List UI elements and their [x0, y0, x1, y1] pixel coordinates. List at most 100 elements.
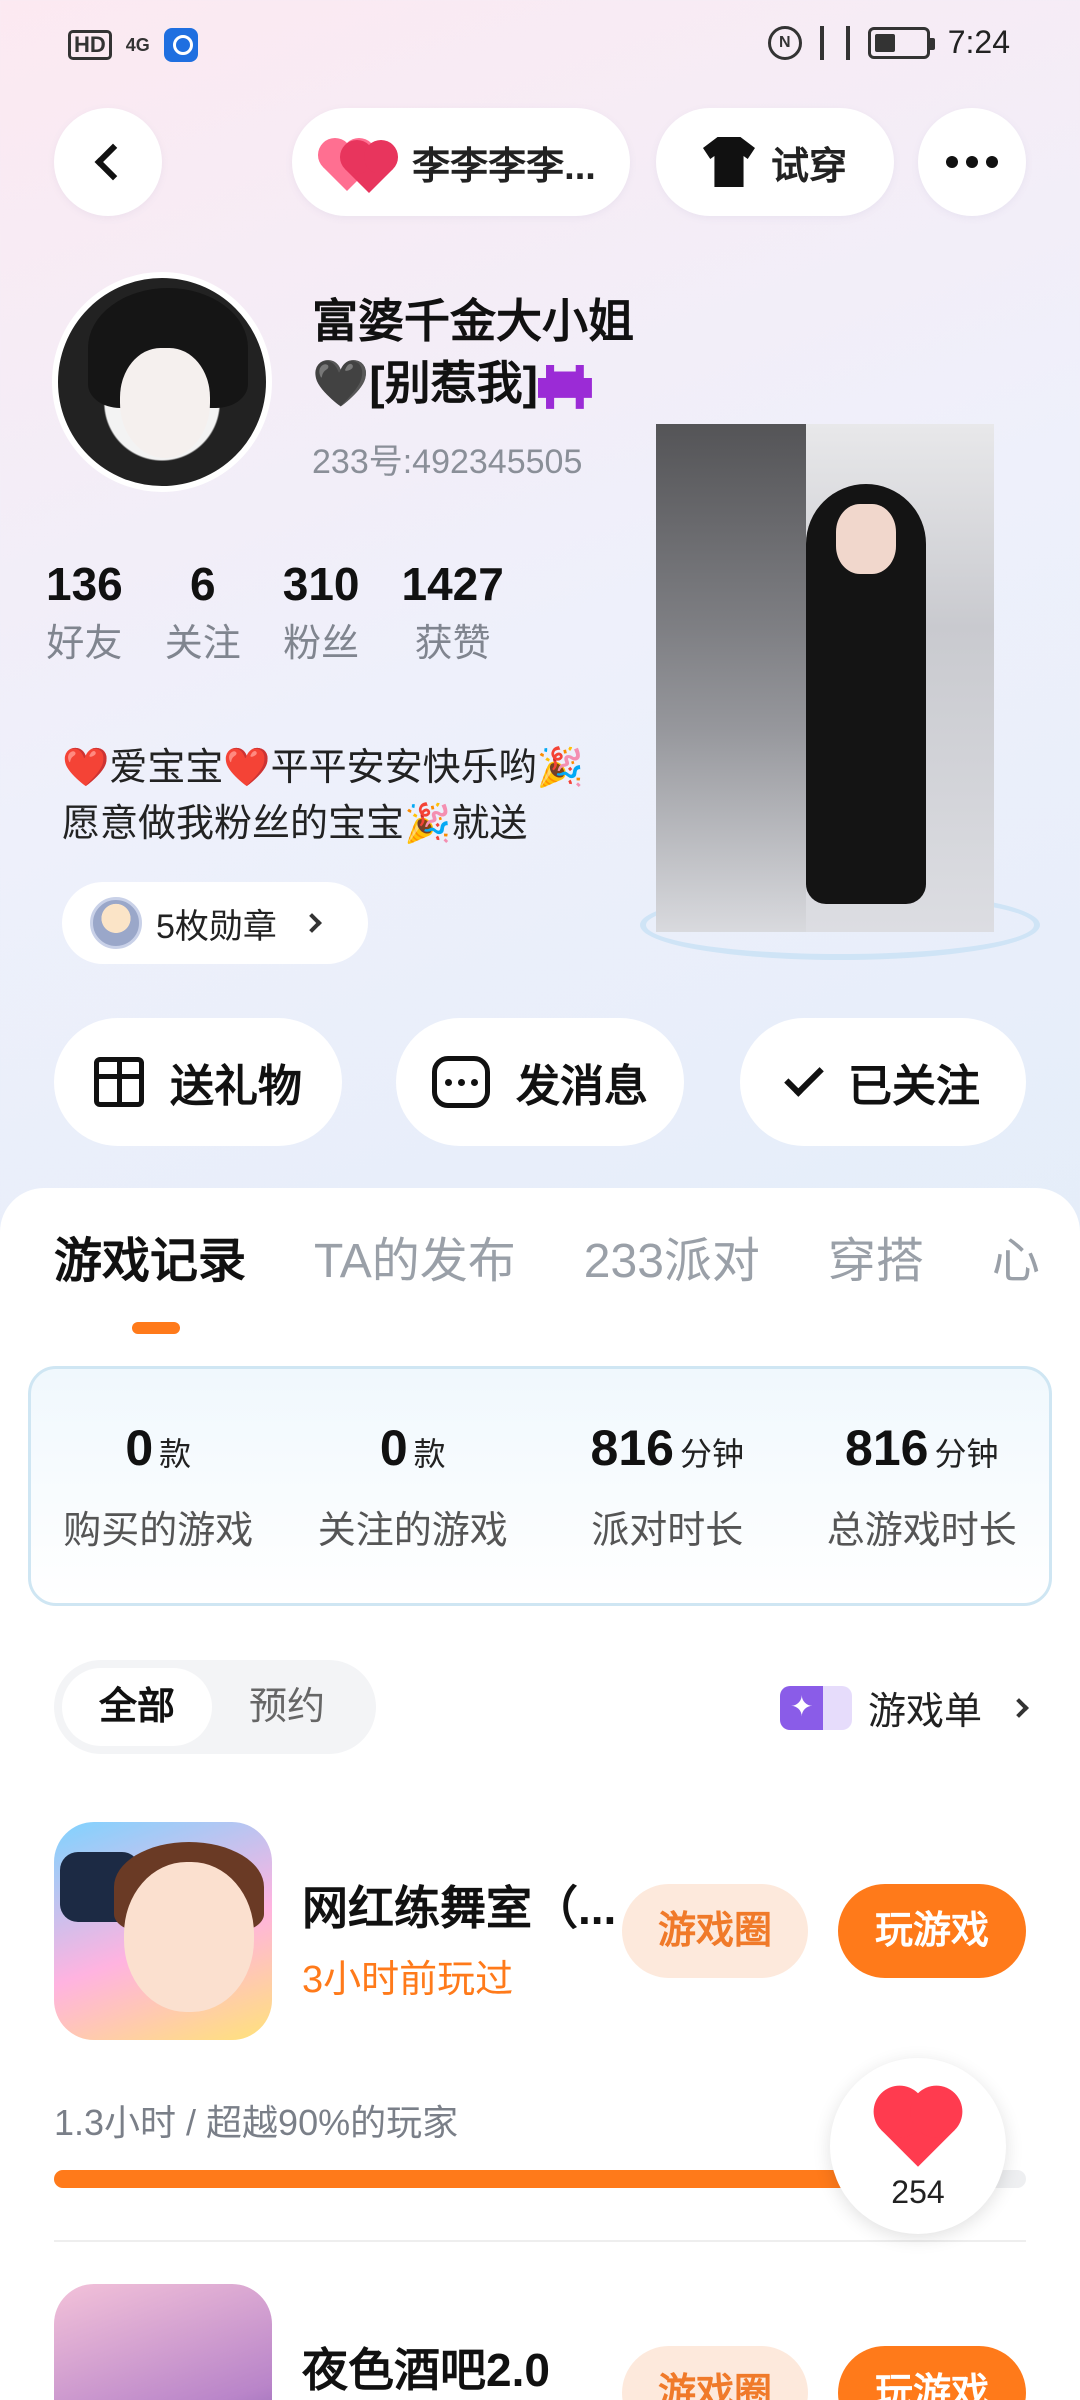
back-arrow-icon	[94, 143, 132, 181]
stat-label: 总游戏时长	[826, 1510, 1017, 1552]
nickname-line-2: 🖤[别惹我]	[312, 357, 538, 409]
medals-label: 5枚勋章	[156, 907, 277, 946]
game-stats-card: 0款 购买的游戏 0款 关注的游戏 816 分钟 派对时长 816 分钟 总游戏时长	[28, 1366, 1052, 1606]
chat-bubble-icon	[432, 1056, 490, 1108]
progress-fill	[54, 2170, 929, 2188]
stat-value: 0	[379, 1420, 408, 1476]
stat-value: 136	[46, 558, 123, 610]
nfc-icon: N	[767, 25, 802, 60]
game-icon[interactable]	[54, 1822, 272, 2040]
chevron-right-icon	[302, 913, 322, 933]
stat-unit: 分钟	[679, 1436, 744, 1472]
nickname: 富婆千金大小姐 🖤[别惹我]	[312, 290, 662, 414]
couple-button[interactable]: 李李李李...	[292, 108, 630, 216]
bio-line-2: 愿意做我粉丝的宝宝🎉就送	[62, 803, 528, 845]
stat-value: 1427	[401, 558, 504, 610]
gift-icon	[94, 1057, 144, 1107]
stat-value: 816	[590, 1420, 674, 1476]
tab-game-records[interactable]: 游戏记录	[54, 1232, 246, 1292]
game-circle-button[interactable]: 游戏圈	[622, 2346, 808, 2400]
tab-party[interactable]: 233派对	[584, 1232, 760, 1292]
stat-label: 购买的游戏	[63, 1510, 254, 1552]
check-icon	[784, 1057, 824, 1097]
hearts-icon	[323, 134, 396, 194]
tab-outfits[interactable]: 穿搭	[828, 1232, 924, 1292]
try-on-label: 试穿	[770, 145, 847, 188]
vibrate-icon	[819, 25, 850, 60]
stat-label: 关注	[164, 623, 241, 665]
nickname-line-1: 富婆千金大小姐	[312, 295, 634, 347]
like-button[interactable]: 254	[830, 2058, 1006, 2234]
status-bar: HD 4G N 7:24	[0, 0, 1080, 90]
heart-icon	[881, 2093, 955, 2167]
shirt-icon	[702, 137, 755, 187]
last-played: 3小时前玩过	[302, 1959, 514, 2001]
chevron-right-icon	[1009, 1697, 1029, 1718]
play-time-stat: 1.3小时 / 超越90%的玩家	[54, 2102, 459, 2143]
medal-icon	[90, 897, 142, 949]
tab-indicator	[132, 1322, 180, 1334]
game-name: 网红练舞室（...	[302, 1882, 617, 1934]
profile-stats: 136 好友 6 关注 310 粉丝 1427 获赞	[46, 556, 546, 670]
stat-label: 派对时长	[591, 1510, 744, 1552]
filter-all[interactable]: 全部	[62, 1668, 212, 1746]
followed-button[interactable]: 已关注	[740, 1018, 1026, 1146]
stat-value: 6	[189, 558, 216, 610]
game-name: 夜色酒吧2.0	[302, 2344, 550, 2396]
game-list-link[interactable]: 游戏单	[779, 1680, 1029, 1735]
send-gift-button[interactable]: 送礼物	[54, 1018, 342, 1146]
stat-label: 关注的游戏	[317, 1510, 508, 1552]
try-on-button[interactable]: 试穿	[656, 108, 894, 216]
tab-bar: 游戏记录 TA的发布 233派对 穿搭 心	[54, 1232, 1040, 1292]
back-button[interactable]	[54, 108, 162, 216]
bio: ❤️爱宝宝❤️平平安安快乐哟🎉 愿意做我粉丝的宝宝🎉就送	[62, 740, 662, 852]
stat-total-time[interactable]: 816 分钟 总游戏时长	[795, 1369, 1050, 1603]
medals-button[interactable]: 5枚勋章	[62, 882, 368, 964]
battery-icon	[867, 26, 935, 59]
send-message-button[interactable]: 发消息	[396, 1018, 684, 1146]
game-circle-button[interactable]: 游戏圈	[622, 1884, 808, 1978]
stat-following[interactable]: 6 关注	[165, 556, 241, 670]
stat-value: 0	[125, 1420, 154, 1476]
stat-label: 好友	[46, 623, 123, 665]
couple-name: 李李李李...	[412, 145, 596, 188]
stat-purchased-games[interactable]: 0款 购买的游戏	[31, 1369, 286, 1603]
like-count: 254	[891, 2174, 945, 2210]
stat-label: 获赞	[414, 623, 491, 665]
more-dots-icon	[946, 156, 958, 168]
play-game-button[interactable]: 玩游戏	[838, 2346, 1026, 2400]
tab-more[interactable]: 心	[992, 1232, 1040, 1292]
divider	[54, 2240, 1026, 2242]
game-list-label: 游戏单	[867, 1691, 982, 1733]
hd-indicator: HD	[68, 30, 112, 60]
play-game-button[interactable]: 玩游戏	[838, 1884, 1026, 1978]
followed-label: 已关注	[848, 1062, 980, 1111]
user-id[interactable]: 233号:492345505	[312, 434, 582, 483]
more-button[interactable]	[918, 108, 1026, 216]
stat-followed-games[interactable]: 0款 关注的游戏	[286, 1369, 541, 1603]
stat-value: 816	[845, 1420, 929, 1476]
stat-friends[interactable]: 136 好友	[46, 556, 123, 670]
stat-likes[interactable]: 1427 获赞	[402, 556, 504, 670]
avatar[interactable]	[52, 272, 272, 492]
filter-segment: 全部 预约	[54, 1660, 376, 1754]
app-notification-icon	[163, 28, 198, 62]
stat-party-time[interactable]: 816 分钟 派对时长	[540, 1369, 795, 1603]
character-avatar-3d[interactable]	[656, 424, 994, 932]
stat-fans[interactable]: 310 粉丝	[283, 556, 360, 670]
filter-reserve[interactable]: 预约	[212, 1668, 362, 1746]
sparkle-icon	[779, 1685, 852, 1730]
send-gift-label: 送礼物	[170, 1062, 302, 1111]
space-invader-icon	[537, 364, 592, 409]
stat-value: 310	[282, 558, 360, 610]
stat-label: 粉丝	[283, 623, 360, 665]
stat-unit: 款	[159, 1436, 192, 1472]
bio-line-1: ❤️爱宝宝❤️平平安安快乐哟🎉	[62, 747, 584, 789]
stat-unit: 分钟	[934, 1436, 999, 1472]
game-icon[interactable]	[54, 2284, 272, 2400]
clock: 7:24	[947, 24, 1010, 60]
signal-icon: 4G	[125, 34, 150, 55]
send-message-label: 发消息	[516, 1062, 648, 1111]
stat-unit: 款	[413, 1436, 446, 1472]
tab-posts[interactable]: TA的发布	[314, 1232, 516, 1292]
